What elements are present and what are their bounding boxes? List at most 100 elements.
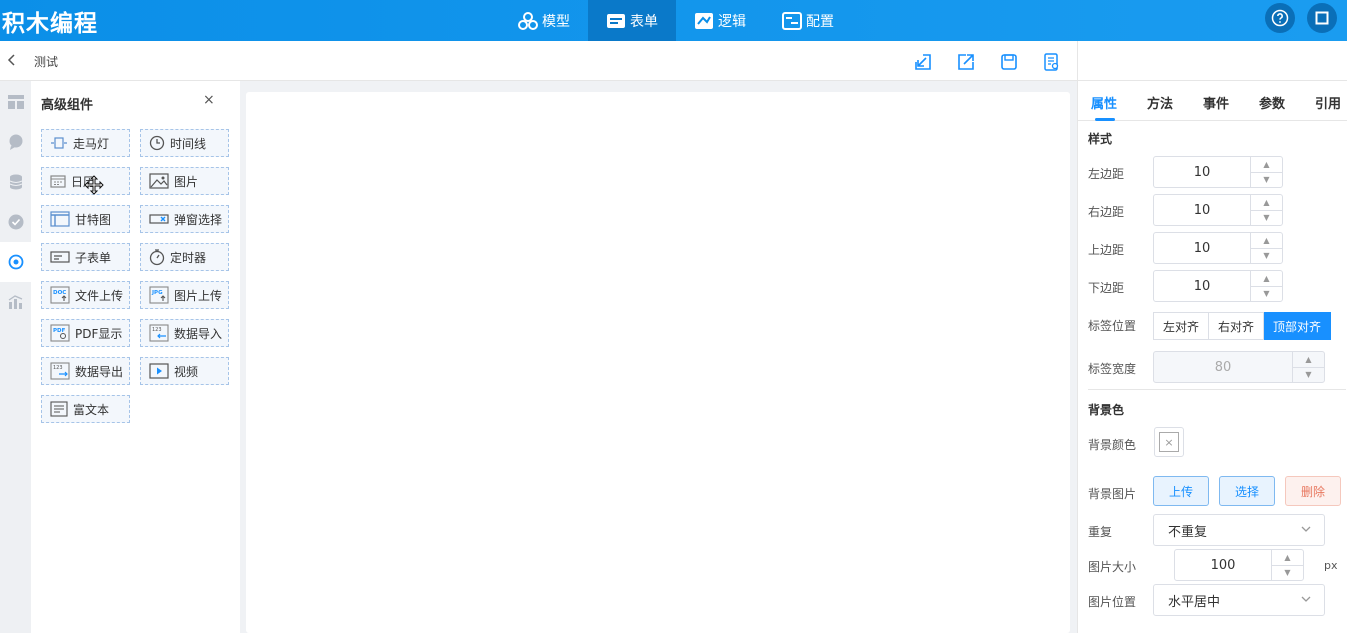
image-position-value: 水平居中 bbox=[1168, 594, 1221, 610]
align-top-option[interactable]: 顶部对齐 bbox=[1264, 312, 1332, 340]
image-position-select[interactable]: 水平居中 bbox=[1153, 584, 1325, 616]
comp-timeline[interactable]: 时间线 bbox=[140, 129, 229, 157]
export-button[interactable] bbox=[955, 51, 977, 73]
margin-top-label: 上边距 bbox=[1088, 243, 1125, 257]
style-section-title: 样式 bbox=[1088, 132, 1113, 146]
margin-right-input[interactable]: 10 ▲ ▼ bbox=[1153, 194, 1283, 226]
image-position-label: 图片位置 bbox=[1088, 595, 1137, 609]
margin-right-value: 10 bbox=[1193, 202, 1211, 218]
close-icon[interactable]: × bbox=[203, 92, 215, 108]
upload-button[interactable]: 上传 bbox=[1153, 476, 1209, 506]
increment-button[interactable]: ▲ bbox=[1251, 195, 1282, 211]
side-chat-button[interactable] bbox=[0, 122, 31, 162]
increment-button[interactable]: ▲ bbox=[1251, 233, 1282, 249]
nav-logic[interactable]: 逻辑 bbox=[676, 0, 764, 41]
help-button[interactable] bbox=[1265, 3, 1295, 33]
comp-label: 图片 bbox=[174, 174, 199, 189]
decrement-button[interactable]: ▼ bbox=[1251, 249, 1282, 264]
preview-icon bbox=[1044, 53, 1059, 71]
back-button[interactable] bbox=[6, 53, 18, 71]
side-advanced-button[interactable] bbox=[0, 242, 31, 282]
side-layout-button[interactable] bbox=[0, 82, 31, 122]
comp-subform[interactable]: 子表单 bbox=[41, 243, 130, 271]
nav-logic-label: 逻辑 bbox=[718, 13, 746, 30]
side-check-button[interactable] bbox=[0, 202, 31, 242]
chevron-down-icon bbox=[1301, 596, 1311, 602]
decrement-button[interactable]: ▼ bbox=[1251, 211, 1282, 226]
stopwatch-icon bbox=[149, 249, 165, 266]
fullscreen-button[interactable] bbox=[1307, 3, 1337, 33]
tab-references[interactable]: 引用 bbox=[1315, 93, 1341, 112]
comp-timer[interactable]: 定时器 bbox=[140, 243, 229, 271]
subform-icon bbox=[50, 251, 70, 263]
property-panel: 属性 方法 事件 参数 引用 样式 左边距 10 ▲ ▼ 右边距 10 ▲ ▼ 上边… bbox=[1077, 81, 1347, 633]
comp-label: PDF显示 bbox=[75, 326, 123, 341]
decrement-button: ▼ bbox=[1305, 370, 1312, 380]
increment-button[interactable]: ▲ bbox=[1272, 550, 1303, 566]
comp-data-export[interactable]: 123 数据导出 bbox=[41, 357, 130, 385]
increment-button[interactable]: ▲ bbox=[1251, 157, 1282, 173]
form-canvas[interactable] bbox=[246, 92, 1070, 633]
comp-image-upload[interactable]: JPG 图片上传 bbox=[140, 281, 229, 309]
color-picker[interactable]: × bbox=[1154, 427, 1184, 457]
comp-label: 弹窗选择 bbox=[174, 212, 223, 227]
side-database-button[interactable] bbox=[0, 162, 31, 202]
choose-button[interactable]: 选择 bbox=[1219, 476, 1275, 506]
nav-config[interactable]: 配置 bbox=[764, 0, 852, 41]
image-size-input[interactable]: 100 ▲ ▼ bbox=[1174, 549, 1304, 581]
section-divider bbox=[1088, 389, 1346, 390]
database-icon bbox=[9, 174, 22, 190]
comp-label: 数据导出 bbox=[75, 364, 124, 379]
svg-text:123: 123 bbox=[53, 365, 63, 371]
nav-model[interactable]: 模型 bbox=[500, 0, 588, 41]
carousel-icon bbox=[51, 137, 67, 149]
component-panel: 高级组件 × 走马灯 时间线 日历 图片 甘特图 弹窗选择 子表单 定时器 DO… bbox=[31, 81, 240, 633]
bg-color-label: 背景颜色 bbox=[1088, 438, 1137, 452]
nav-config-label: 配置 bbox=[806, 13, 834, 30]
align-right-option[interactable]: 右对齐 bbox=[1209, 312, 1265, 340]
data-export-icon: 123 bbox=[50, 362, 70, 380]
delete-button[interactable]: 删除 bbox=[1285, 476, 1341, 506]
decrement-button[interactable]: ▼ bbox=[1251, 173, 1282, 188]
align-left-option[interactable]: 左对齐 bbox=[1153, 312, 1210, 340]
tab-properties[interactable]: 属性 bbox=[1091, 93, 1117, 112]
comp-popup-select[interactable]: 弹窗选择 bbox=[140, 205, 229, 233]
margin-left-input[interactable]: 10 ▲ ▼ bbox=[1153, 156, 1283, 188]
comp-carousel[interactable]: 走马灯 bbox=[41, 129, 130, 157]
tab-events[interactable]: 事件 bbox=[1203, 93, 1229, 112]
comp-gantt[interactable]: 甘特图 bbox=[41, 205, 130, 233]
increment-button: ▲ bbox=[1293, 352, 1324, 368]
image-size-label: 图片大小 bbox=[1088, 560, 1137, 574]
save-icon bbox=[1001, 54, 1017, 70]
decrement-button[interactable]: ▼ bbox=[1272, 566, 1303, 581]
tab-params[interactable]: 参数 bbox=[1259, 93, 1285, 112]
comp-file-upload[interactable]: DOC 文件上传 bbox=[41, 281, 130, 309]
import-button[interactable] bbox=[912, 51, 934, 73]
nav-form-label: 表单 bbox=[630, 13, 658, 30]
side-chart-button[interactable] bbox=[0, 282, 31, 322]
comp-image[interactable]: 图片 bbox=[140, 167, 229, 195]
save-button[interactable] bbox=[998, 51, 1020, 73]
comp-data-import[interactable]: 123 数据导入 bbox=[140, 319, 229, 347]
decrement-button[interactable]: ▼ bbox=[1251, 287, 1282, 302]
layout-icon bbox=[7, 95, 24, 109]
preview-button[interactable] bbox=[1041, 51, 1063, 73]
export-icon bbox=[958, 54, 974, 70]
clock-icon bbox=[149, 135, 165, 151]
comp-label: 子表单 bbox=[75, 250, 112, 265]
top-bar: 积木编程 模型 表单 逻辑 配置 bbox=[0, 0, 1347, 41]
increment-button[interactable]: ▲ bbox=[1251, 271, 1282, 287]
comp-pdf-viewer[interactable]: PDF PDF显示 bbox=[41, 319, 130, 347]
popup-select-icon bbox=[149, 214, 169, 224]
margin-top-input[interactable]: 10 ▲ ▼ bbox=[1153, 232, 1283, 264]
svg-text:DOC: DOC bbox=[53, 290, 66, 296]
label-position-group: 左对齐 右对齐 顶部对齐 bbox=[1153, 312, 1332, 340]
svg-text:JPG: JPG bbox=[151, 290, 163, 296]
nav-form[interactable]: 表单 bbox=[588, 0, 676, 41]
margin-bottom-input[interactable]: 10 ▲ ▼ bbox=[1153, 270, 1283, 302]
repeat-select[interactable]: 不重复 bbox=[1153, 514, 1325, 546]
comp-label: 甘特图 bbox=[75, 212, 112, 227]
comp-video[interactable]: 视频 bbox=[140, 357, 229, 385]
tab-methods[interactable]: 方法 bbox=[1147, 93, 1173, 112]
comp-rich-text[interactable]: 富文本 bbox=[41, 395, 130, 423]
